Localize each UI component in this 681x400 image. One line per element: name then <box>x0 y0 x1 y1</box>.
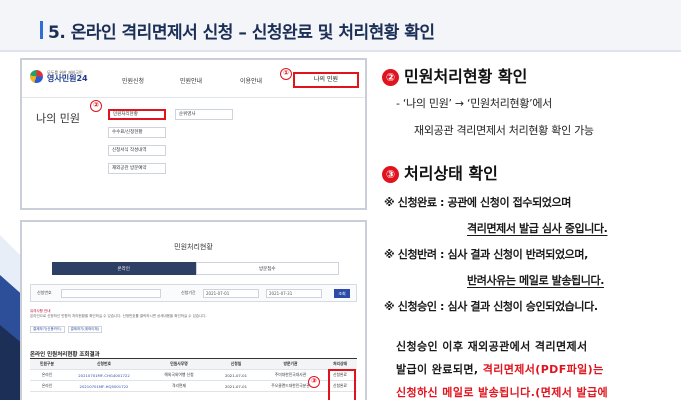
filter-label-number: 신청번호 <box>37 290 52 295</box>
table-header: 민원구분 신청번호 민원사무명 신청일 방문기관 처리상태 <box>30 359 357 370</box>
note-rejected-text: 심사 결과 신청이 반려되었으며, <box>447 248 588 261</box>
site-logo[interactable]: 모두를 위한 재외국민 영사민원24 <box>30 70 88 83</box>
cell-type: 온라인 <box>41 372 53 377</box>
paragraph-line-3: 신청하신 메일로 발송됩니다.(면제서 발급에 <box>396 386 609 399</box>
filter-label-period: 신청기간 <box>181 290 196 295</box>
site-nav: 모두를 위한 재외국민 영사민원24 민원신청 민원안내 이용안내 나의 민원 <box>22 60 365 98</box>
nav-my-civil-affairs[interactable]: 나의 민원 <box>293 72 359 88</box>
status-tabs: 온라인 방문접수 <box>52 262 339 275</box>
cell-number-link[interactable]: 20210701MF-CHG4001722 <box>64 373 144 378</box>
note-complete-text: 공관에 신청이 접수되었으며 <box>447 196 571 209</box>
cell-type: 온라인 <box>41 383 53 388</box>
application-number-input[interactable] <box>61 289 161 298</box>
cell-date: 2021-07-01 <box>224 372 248 378</box>
menu-form-history[interactable]: 신청서식 작성내역 <box>108 145 166 156</box>
menu-processing-status[interactable]: 민원처리현황 <box>108 109 166 120</box>
search-button[interactable]: 조회 <box>334 289 350 298</box>
col-office: 방문기관 <box>258 359 323 369</box>
logo-name: 영사민원24 <box>47 73 88 83</box>
heading-2-text: 민원처리현황 확인 <box>404 67 528 86</box>
step-3-badge: ③ <box>382 166 399 183</box>
cell-service: 해외국외여행 신청 <box>164 372 194 377</box>
note-complete: ※ 신청완료 : 공관에 신청이 접수되었으며 <box>384 194 571 210</box>
heading-3-text: 처리상태 확인 <box>404 164 498 183</box>
cell-date: 2021-07-01 <box>224 383 248 389</box>
paragraph-line-1: 신청승인 이후 재외공관에서 격리면제서 <box>396 340 588 353</box>
date-from-input[interactable]: 2021-07-01 <box>203 289 259 298</box>
results-table: 민원구분 신청번호 민원사무명 신청일 방문기관 처리상태 온라인 202107… <box>30 358 357 392</box>
note-complete-cont: 격리면제서 발급 심사 중입니다. <box>467 222 608 235</box>
col-date: 신청일 <box>214 359 258 369</box>
note-rejected-cont: 반려사유는 메일로 발송됩니다. <box>467 274 604 287</box>
col-number: 신청번호 <box>64 359 144 369</box>
heading-status-check: ③ 처리상태 확인 <box>382 160 498 184</box>
marker-1: ① <box>280 68 292 80</box>
payment-links: 결제하기(신용카드) 결제하기(계좌이체) <box>30 326 102 333</box>
nav-apply[interactable]: 민원신청 <box>122 76 144 85</box>
menu-consul[interactable]: 순위영사 <box>175 109 233 120</box>
search-filter: 신청번호 신청기간 2021-07-01 2021-07-31 조회 <box>30 284 357 302</box>
pay-card-link[interactable]: 결제하기(신용카드) <box>30 326 65 333</box>
paragraph-line-2b: 격리면제서(PDF파일)는 <box>482 363 604 376</box>
step-2-badge: ② <box>382 69 399 86</box>
slide-header-rule <box>0 50 681 52</box>
cell-service: 격리면제 <box>172 383 186 388</box>
tab-visit[interactable]: 방문접수 <box>195 262 339 275</box>
nav-usage[interactable]: 이용안내 <box>240 76 262 85</box>
status-highlight-box <box>328 369 356 400</box>
my-civil-affairs-heading: 나의 민원 <box>36 112 80 125</box>
notice-text: 온라인으로 신청하신 민원의 처리현황을 확인하실 수 있습니다. 신청번호를 … <box>30 314 207 318</box>
instruction-line-1: - ‘나의 민원’ → ‘민원처리현황’에서 <box>396 97 552 110</box>
heading-processing-status: ② 민원처리현황 확인 <box>382 63 527 87</box>
title-accent-bar <box>40 21 43 39</box>
tab-online[interactable]: 온라인 <box>52 262 196 275</box>
menu-visit-reservation[interactable]: 재외공관 방문예약 <box>108 163 166 174</box>
marker-2: ② <box>90 100 102 112</box>
processing-status-screenshot: 민원처리현황 온라인 방문접수 신청번호 신청기간 2021-07-01 202… <box>20 220 367 400</box>
marker-3: ③ <box>308 376 320 388</box>
note-approved: ※ 신청승인 : 심사 결과 신청이 승인되었습니다. <box>384 298 598 314</box>
paragraph-line-2: 발급이 완료되면, 격리면제서(PDF파일)는 <box>396 361 604 377</box>
processing-status-title: 민원처리현황 <box>174 243 213 251</box>
paragraph-line-2a: 발급이 완료되면, <box>396 363 483 376</box>
slide-title: 5. 온라인 격리면제서 신청 – 신청완료 및 처리현황 확인 <box>48 23 435 43</box>
note-approved-text: 심사 결과 신청이 승인되었습니다. <box>447 300 598 313</box>
results-title: 온라인 민원처리현황 조회결과 <box>30 352 100 358</box>
my-civil-affairs-screenshot: 모두를 위한 재외국민 영사민원24 민원신청 민원안내 이용안내 나의 민원 … <box>20 58 367 210</box>
emblem-icon <box>30 70 43 83</box>
menu-fee-status[interactable]: 수수료/신청현황 <box>108 127 166 138</box>
instruction-line-2: 재외공관 격리면제서 처리현황 확인 가능 <box>414 124 594 137</box>
note-rejected-label: ※ 신청반려 : <box>384 248 448 261</box>
note-rejected: ※ 신청반려 : 심사 결과 신청이 반려되었으며, <box>384 246 588 262</box>
pay-transfer-link[interactable]: 결제하기(계좌이체) <box>67 326 102 333</box>
nav-guide[interactable]: 민원안내 <box>180 76 202 85</box>
cell-number-link[interactable]: 20210701MF-HQ5001722 <box>64 384 144 389</box>
col-service: 민원사무명 <box>144 359 214 369</box>
col-type: 민원구분 <box>30 359 64 369</box>
date-to-input[interactable]: 2021-07-31 <box>266 289 322 298</box>
note-complete-label: ※ 신청완료 : <box>384 196 448 209</box>
col-status: 처리상태 <box>323 359 357 369</box>
note-approved-label: ※ 신청승인 : <box>384 300 448 313</box>
